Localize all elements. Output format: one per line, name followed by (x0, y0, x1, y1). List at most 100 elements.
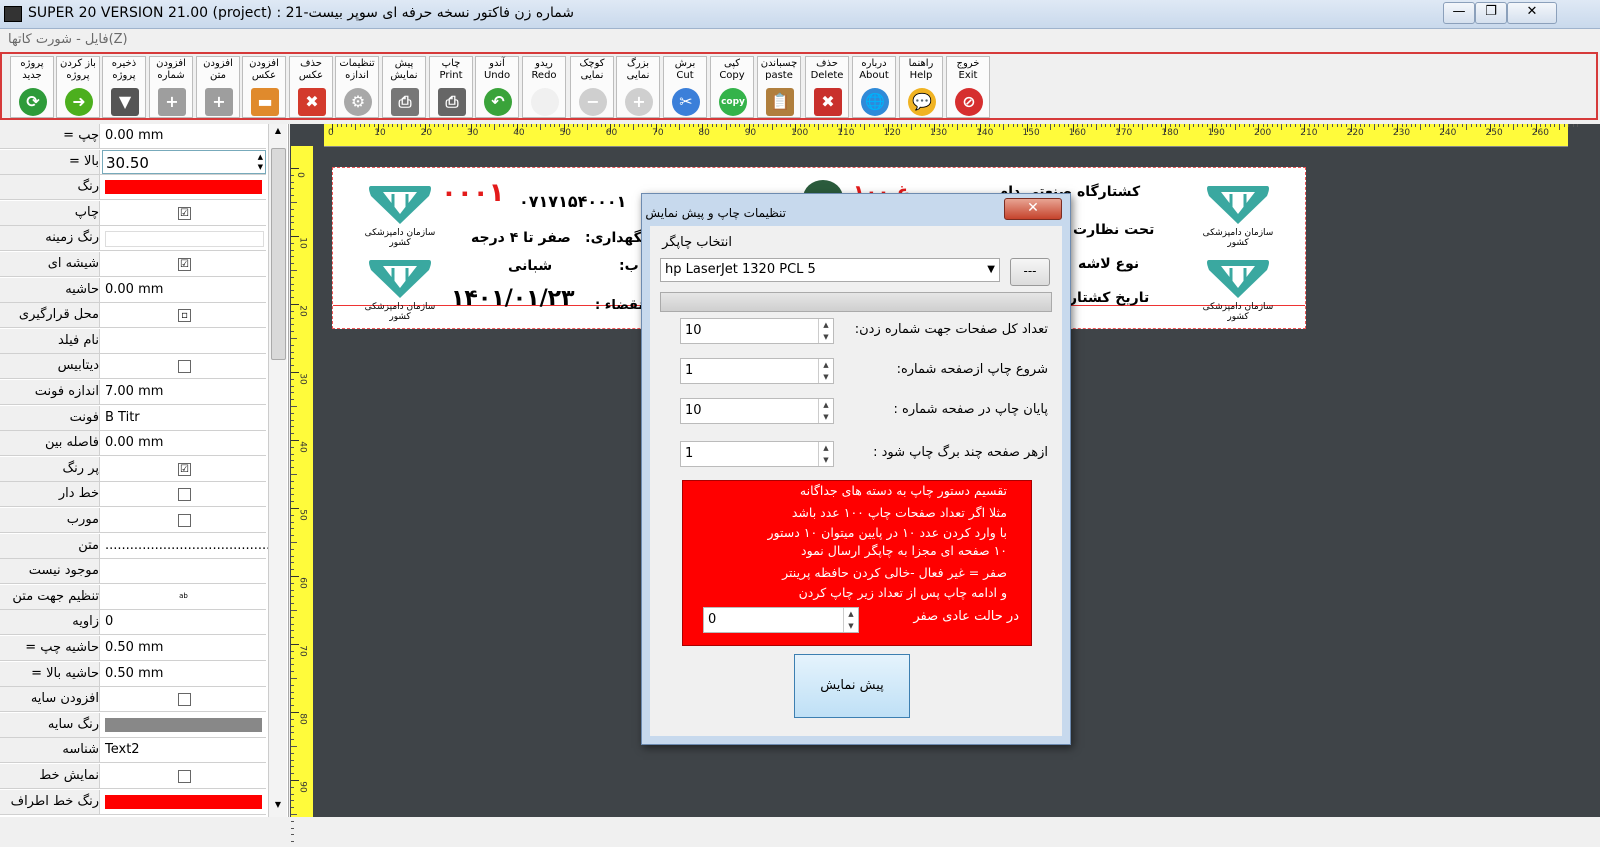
checkbox[interactable] (178, 514, 191, 527)
spinner-arrows-icon[interactable]: ▲ ▼ (818, 399, 833, 423)
property-value[interactable] (102, 559, 266, 583)
property-row[interactable]: بالا = 30.50 ▲ ▼ (0, 149, 266, 175)
property-value[interactable] (102, 482, 266, 506)
scroll-up-icon[interactable]: ▲ (271, 126, 285, 138)
toolbar-button-8[interactable]: پیش نمایش ⎙ (382, 56, 426, 118)
property-value[interactable]: ☑ (102, 457, 266, 481)
spinner-arrows-icon[interactable]: ▲ ▼ (818, 359, 833, 383)
property-row[interactable]: چپ = 0.00 mm (0, 124, 266, 149)
property-value[interactable]: 0.50 mm (102, 636, 266, 660)
property-row[interactable]: موجود نیست (0, 559, 266, 585)
toolbar-button-4[interactable]: افزودن متن + (196, 56, 240, 118)
property-value[interactable]: Text2 (102, 738, 266, 762)
checkbox[interactable] (178, 770, 191, 783)
property-value[interactable]: 0.00 mm (102, 124, 266, 148)
menu-file[interactable]: فایل - شورت کاتها(Z) (8, 32, 128, 47)
color-swatch[interactable] (105, 231, 264, 248)
property-value[interactable] (102, 687, 266, 711)
toolbar-button-20[interactable]: خروج Exit ⊘ (946, 56, 990, 118)
label-line-2[interactable]: تحت نظارت (1073, 222, 1154, 238)
logo-bottom-right[interactable]: سازمان دامپزشکی کشور (1201, 256, 1275, 326)
toolbar-button-13[interactable]: بزرگ نمایی + (616, 56, 660, 118)
field-spin-input[interactable]: 1 ▲ ▼ (680, 441, 834, 467)
property-value[interactable] (102, 790, 266, 814)
property-row[interactable]: پر رنگ ☑ (0, 456, 266, 482)
minimize-button[interactable]: — (1443, 2, 1475, 24)
property-row[interactable]: خط دار (0, 482, 266, 508)
toolbar-button-14[interactable]: برش Cut ✂ (663, 56, 707, 118)
chevron-down-icon[interactable]: ▼ (987, 259, 995, 281)
property-row[interactable]: دیتابیس (0, 354, 266, 380)
spinner-arrows-icon[interactable]: ▲ ▼ (258, 152, 263, 172)
toolbar-button-6[interactable]: حذف عکس ✖ (289, 56, 333, 118)
storage-value[interactable]: صفر تا ۴ درجه (471, 230, 571, 246)
property-value[interactable] (102, 713, 266, 737)
scroll-thumb[interactable] (271, 148, 286, 360)
preview-button[interactable]: پیش نمایش (794, 654, 910, 718)
storage-label[interactable]: نگهداری: (585, 230, 647, 246)
toolbar-button-16[interactable]: چسباندن paste 📋 (757, 56, 801, 118)
property-row[interactable]: تنظیم جهت متن ab (0, 584, 266, 610)
property-row[interactable]: حاشیه 0.00 mm (0, 277, 266, 303)
checkbox[interactable] (178, 488, 191, 502)
property-row[interactable]: شناسه Text2 (0, 738, 266, 764)
property-value[interactable]: 0 (102, 610, 266, 634)
toolbar-button-2[interactable]: ذخیره پروژه ▼ (102, 56, 146, 118)
scroll-down-icon[interactable]: ▼ (271, 800, 285, 812)
color-swatch[interactable] (105, 180, 262, 195)
split-count-input[interactable]: 0 ▲ ▼ (703, 607, 859, 633)
property-row[interactable]: متن.....................................… (0, 533, 270, 559)
property-value[interactable]: ▫ (102, 303, 266, 327)
property-row[interactable]: فونت B Titr (0, 405, 266, 431)
date-text[interactable]: ۱۴۰۱/۰۱/۲۳ (451, 286, 575, 311)
property-row[interactable]: زاویه 0 (0, 610, 266, 636)
spinner-arrows-icon[interactable]: ▲ ▼ (818, 319, 833, 343)
property-row[interactable]: رنگ زمینه (0, 226, 266, 252)
toolbar-button-0[interactable]: پروژه جدید ⟳ (10, 56, 54, 118)
toolbar-button-17[interactable]: حذف Delete ✖ (805, 56, 849, 118)
partial-label[interactable]: ب: (619, 258, 639, 274)
field-spin-input[interactable]: 1 ▲ ▼ (680, 358, 834, 384)
phone-number[interactable]: ۰۷۱۷۱۵۴۰۰۰۱ (519, 192, 626, 211)
toolbar-button-18[interactable]: درباره About 🌐 (852, 56, 896, 118)
printer-select[interactable]: hp LaserJet 1320 PCL 5 ▼ (660, 258, 1000, 282)
spinner-arrows-icon[interactable]: ▲ ▼ (818, 442, 833, 466)
property-value[interactable] (102, 764, 266, 788)
property-value[interactable] (102, 329, 266, 353)
property-value[interactable] (102, 175, 266, 199)
property-value[interactable] (102, 226, 266, 250)
color-swatch[interactable] (105, 717, 262, 732)
property-row[interactable]: حاشیه چپ = 0.50 mm (0, 636, 266, 661)
maximize-button[interactable]: ❐ (1475, 2, 1507, 24)
property-value[interactable]: 0.00 mm (102, 278, 266, 302)
property-row[interactable]: شیشه ای ☑ (0, 252, 266, 277)
logo-top-right[interactable]: سازمان دامپزشکی کشور (1201, 182, 1275, 252)
property-grid-scrollbar[interactable]: ▲ ▼ (268, 124, 287, 817)
property-value[interactable]: ☑ (102, 201, 266, 225)
property-row[interactable]: مورب (0, 508, 266, 533)
field-spin-input[interactable]: 10 ▲ ▼ (680, 398, 834, 424)
property-row[interactable]: رنگ سایه (0, 712, 266, 738)
property-row[interactable]: رنگ (0, 175, 266, 201)
property-row[interactable]: محل قرارگیری ▫ (0, 303, 266, 329)
property-row[interactable]: افزودن سایه (0, 687, 266, 713)
shift-text[interactable]: شبانی (508, 258, 552, 274)
spinner-arrows-icon[interactable]: ▲ ▼ (843, 608, 858, 632)
printer-browse-button[interactable]: --- (1010, 258, 1050, 286)
checkbox[interactable]: ▫ (178, 309, 191, 323)
property-value[interactable]: 0.00 mm (102, 431, 266, 455)
serial-number[interactable]: ۰۰۰۱ (441, 178, 504, 208)
property-row[interactable]: اندازه فونت 7.00 mm (0, 380, 266, 405)
property-row[interactable]: نام فیلد (0, 328, 266, 354)
property-row[interactable]: فاصله بین 0.00 mm (0, 431, 266, 457)
property-row[interactable]: رنگ خط اطراف (0, 789, 266, 815)
property-value[interactable]: 7.00 mm (102, 380, 266, 404)
toolbar-button-19[interactable]: راهنما Help 💬 (899, 56, 943, 118)
checkbox[interactable] (178, 693, 191, 707)
logo-bottom-left[interactable]: سازمان دامپزشکی کشور (363, 256, 437, 326)
toolbar-button-1[interactable]: باز کردن پروژه ➜ (56, 56, 100, 118)
property-value[interactable]: ☑ (102, 252, 266, 276)
property-value[interactable] (102, 354, 266, 378)
property-value[interactable] (102, 508, 266, 532)
toolbar-button-15[interactable]: کپی Copy copy (710, 56, 754, 118)
